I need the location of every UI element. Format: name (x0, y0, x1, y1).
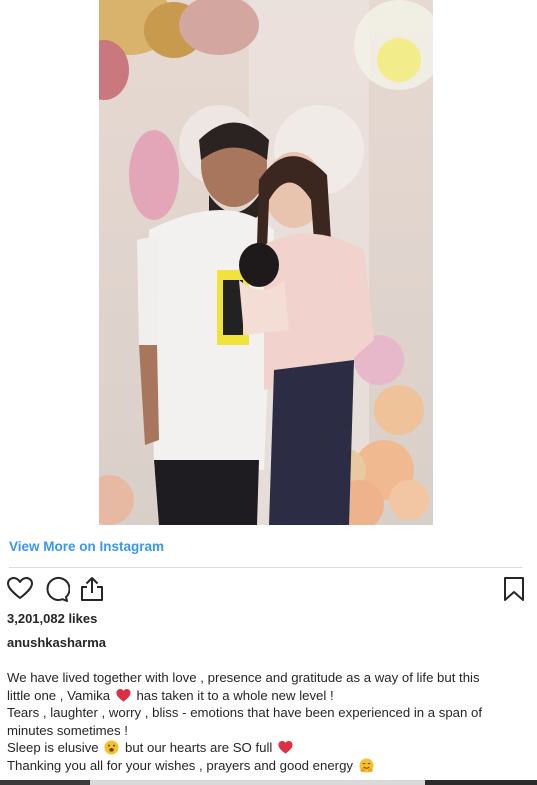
smiling-face-emoji (104, 740, 119, 755)
bottom-edge (0, 780, 537, 785)
hugging-face-emoji (359, 757, 374, 773)
caption: We have lived together with love , prese… (7, 669, 527, 774)
share-upload-icon[interactable] (78, 575, 106, 603)
divider (9, 567, 522, 568)
comment-bubble-icon[interactable] (42, 575, 70, 603)
caption-text: little one , Vamika (7, 687, 111, 703)
caption-line: Sleep is elusive but our hearts are SO f… (7, 739, 527, 757)
caption-text: has taken it to a whole new level ! (136, 687, 334, 703)
view-more-on-instagram-link[interactable]: View More on Instagram (9, 539, 164, 554)
heart-outline-icon[interactable] (6, 575, 34, 603)
bottom-edge-left (0, 780, 90, 785)
red-heart-emoji (116, 688, 131, 702)
caption-line: Thanking you all for your wishes , praye… (7, 757, 527, 775)
username[interactable]: anushkasharma (7, 635, 106, 650)
bookmark-icon[interactable] (500, 575, 528, 603)
caption-line: We have lived together with love , prese… (7, 670, 480, 685)
post-photo[interactable] (99, 0, 433, 525)
caption-line: minutes sometimes ! (7, 722, 128, 738)
caption-line: Tears , laughter , worry , bliss - emoti… (7, 705, 483, 720)
bottom-edge-right (425, 780, 537, 785)
action-bar (6, 575, 526, 603)
caption-text: Sleep is elusive (7, 740, 99, 755)
likes-count[interactable]: 3,201,082 likes (7, 611, 97, 626)
post-image (99, 0, 433, 525)
caption-line: little one , Vamika has taken it to a wh… (7, 687, 527, 705)
caption-text: Thanking you all for your wishes , praye… (7, 757, 353, 773)
caption-text: but our hearts are SO full (124, 740, 273, 755)
red-heart-emoji (278, 740, 293, 754)
